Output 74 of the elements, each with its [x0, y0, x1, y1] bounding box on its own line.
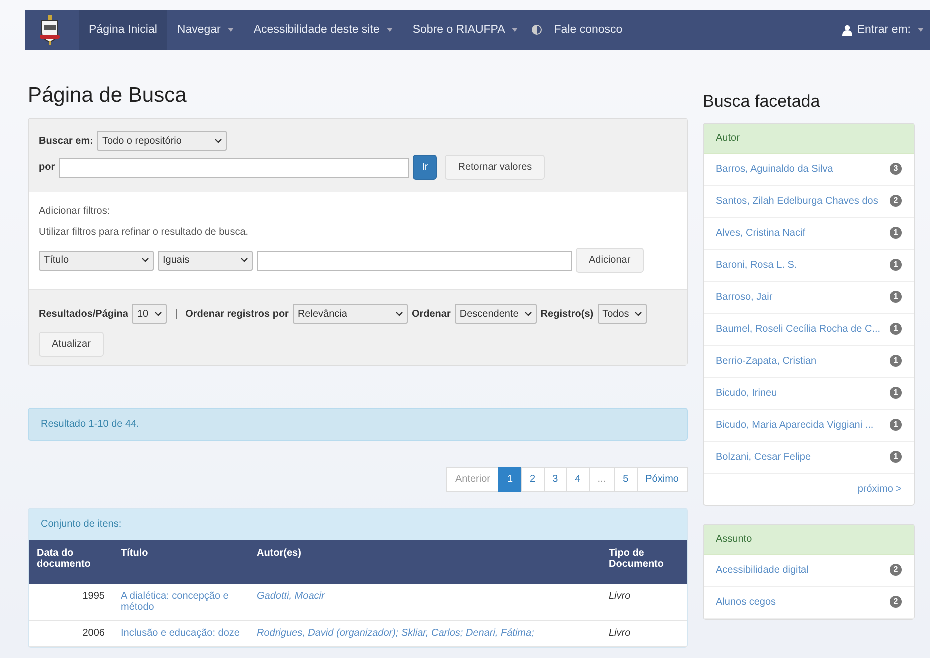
scope-select[interactable]: Todo o repositório [97, 131, 228, 151]
facet-item[interactable]: Bicudo, Maria Aparecida Viggiani ... 1 [704, 410, 914, 442]
facet-heading: Assunto [704, 525, 914, 555]
login-menu[interactable]: Entrar em: [832, 10, 930, 50]
option-label: Registro(s) [540, 308, 594, 320]
column-header: Autor(es) [249, 540, 601, 584]
filters-hint: Utilizar filtros para refinar o resultado de busca. [39, 227, 250, 238]
date-cell: 1995 [29, 584, 113, 620]
chevron-icon [635, 312, 642, 316]
option-label: Ordenar registros por [186, 308, 289, 320]
next-link[interactable]: próximo > [858, 484, 902, 495]
go-button[interactable]: Ir [413, 155, 438, 180]
facet-heading: Autor [704, 124, 914, 154]
nav-link[interactable]: Acessibilidade deste site [244, 10, 403, 50]
crest-logo[interactable] [39, 15, 61, 45]
option-select[interactable]: Descendente [454, 304, 537, 324]
add-filter-button[interactable]: Adicionar [576, 248, 644, 273]
page-link[interactable]: 1 [498, 467, 522, 492]
title-link[interactable]: A dialética: concepção e método [121, 591, 241, 613]
chevron-icon [215, 138, 222, 144]
user-icon [842, 24, 854, 36]
chevron-icon [154, 312, 162, 316]
nav-link[interactable]: Fale conosco [544, 10, 633, 50]
nav-link[interactable]: Sobre o RIAUFPA [402, 10, 528, 50]
facet-item[interactable]: Berrio-Zapata, Cristian 1 [704, 346, 914, 378]
query-label: por [39, 162, 56, 173]
filters-heading: Adicionar filtros: [39, 206, 112, 217]
facets-title: Busca facetada [703, 92, 822, 112]
type-cell: Livro [601, 620, 687, 646]
title-link[interactable]: Inclusão e educação: doze [121, 628, 241, 639]
result-summary: Resultado 1-10 de 44. [28, 408, 688, 441]
update-button[interactable]: Atualizar [39, 332, 104, 357]
author-link[interactable]: Rodrigues, David (organizador); Skliar, Carlos; Denari, Fátima; [257, 628, 593, 639]
chevron-icon [142, 258, 149, 263]
page-link[interactable]: 5 [614, 467, 638, 492]
page-title: Página de Busca [28, 84, 188, 108]
filter-field[interactable] [257, 250, 572, 270]
page-link[interactable]: 3 [544, 467, 568, 492]
column-header: Título [113, 540, 249, 584]
facet-item[interactable]: Bolzani, Cesar Felipe 1 [704, 442, 914, 474]
page-link[interactable]: 2 [521, 467, 545, 492]
chevron-icon [241, 258, 248, 263]
items-heading: Conjunto de itens: [29, 509, 687, 540]
facet-item[interactable]: Baroni, Rosa L. S. 1 [704, 250, 914, 282]
facet-item[interactable]: Alunos cegos 2 [704, 587, 914, 619]
facet-item[interactable]: Bicudo, Irineu 1 [704, 378, 914, 410]
facet-item[interactable]: Barroso, Jair 1 [704, 282, 914, 314]
facet-item[interactable]: Alves, Cristina Nacif 1 [704, 218, 914, 250]
facet-item[interactable]: Barros, Aguinaldo da Silva 3 [704, 154, 914, 186]
facet-item[interactable]: Acessibilidade digital 2 [704, 555, 914, 587]
facet-item[interactable]: Baumel, Roseli Cecília Rocha de C... 1 [704, 314, 914, 346]
option-select[interactable]: Todos [598, 304, 648, 324]
chevron-icon [396, 312, 403, 316]
option-label: Resultados/Página [39, 308, 128, 320]
chevron-icon [524, 312, 532, 316]
nav-link[interactable]: Navegar [167, 10, 244, 50]
type-cell: Livro [601, 584, 687, 620]
column-header: Tipo de Documento [601, 540, 687, 584]
scope-label: Buscar em: [39, 136, 94, 146]
nav-link[interactable]: Página Inicial [79, 10, 168, 50]
page-link[interactable]: 4 [566, 467, 590, 492]
operator-select[interactable]: Iguais [158, 250, 253, 270]
contrast-icon[interactable] [532, 25, 542, 35]
reset-button[interactable]: Retornar valores [445, 155, 546, 180]
field-select[interactable]: Título [39, 250, 154, 270]
facet-item[interactable]: Santos, Zilah Edelburga Chaves dos 2 [704, 186, 914, 218]
page-link[interactable]: Póximo [636, 467, 688, 492]
date-cell: 2006 [29, 620, 113, 646]
column-header: Data do documento [29, 540, 113, 584]
option-select[interactable]: 10 [132, 304, 167, 324]
author-link[interactable]: Gadotti, Moacir [257, 591, 593, 602]
option-label: Ordenar [412, 308, 451, 320]
query-field[interactable] [59, 158, 410, 178]
option-select[interactable]: Relevância [292, 304, 408, 324]
